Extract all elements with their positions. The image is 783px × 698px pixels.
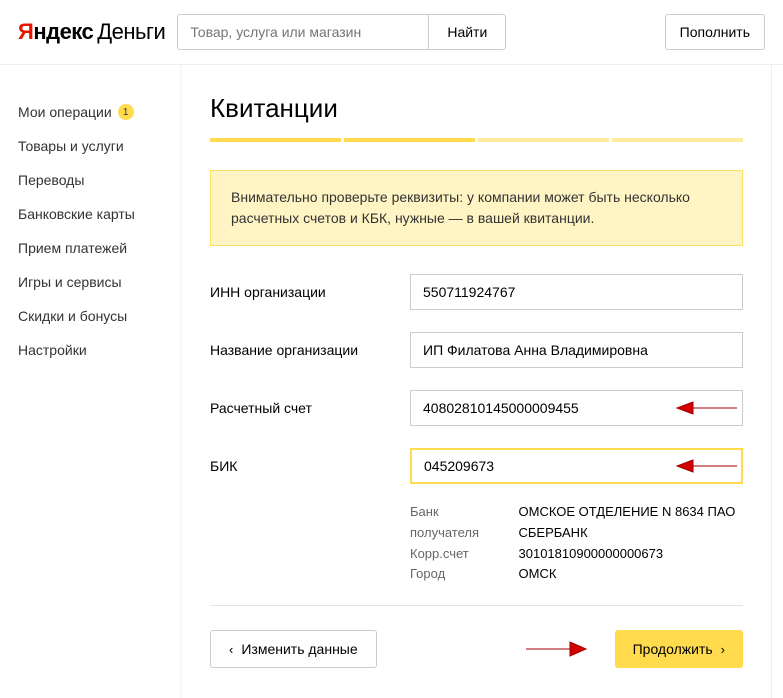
account-input[interactable] bbox=[410, 390, 743, 426]
page-title: Квитанции bbox=[210, 65, 743, 138]
progress-step-1 bbox=[210, 138, 341, 142]
action-bar: ‹ Изменить данные Продолжить › bbox=[210, 630, 743, 668]
search-button[interactable]: Найти bbox=[428, 15, 505, 49]
bank-info-labels: Банк получателя Корр.счет Город bbox=[410, 502, 489, 585]
chevron-left-icon: ‹ bbox=[229, 642, 233, 657]
row-name: Название организации bbox=[210, 332, 743, 368]
account-label: Расчетный счет bbox=[210, 400, 410, 416]
corr-label: Корр.счет bbox=[410, 544, 489, 565]
logo-ndex: ндекс bbox=[33, 19, 93, 45]
chevron-right-icon: › bbox=[721, 642, 725, 657]
continue-button-label: Продолжить bbox=[633, 641, 713, 657]
bank-info: Банк получателя Корр.счет Город ОМСКОЕ О… bbox=[410, 502, 743, 585]
sidebar-item-label: Мои операции bbox=[18, 104, 112, 120]
sidebar-item-label: Товары и услуги bbox=[18, 138, 124, 154]
right-strip bbox=[771, 65, 783, 698]
divider bbox=[210, 605, 743, 606]
inn-input[interactable] bbox=[410, 274, 743, 310]
continue-button[interactable]: Продолжить › bbox=[615, 630, 743, 668]
bik-input[interactable] bbox=[410, 448, 743, 484]
org-name-input[interactable] bbox=[410, 332, 743, 368]
sidebar-item-label: Прием платежей bbox=[18, 240, 127, 256]
sidebar-item-settings[interactable]: Настройки bbox=[18, 333, 180, 367]
sidebar-item-receive[interactable]: Прием платежей bbox=[18, 231, 180, 265]
sidebar-item-label: Переводы bbox=[18, 172, 84, 188]
sidebar-item-label: Игры и сервисы bbox=[18, 274, 122, 290]
search-box: Найти bbox=[177, 14, 506, 50]
sidebar-item-label: Скидки и бонусы bbox=[18, 308, 127, 324]
annotation-arrow-icon bbox=[524, 638, 588, 660]
sidebar-item-discounts[interactable]: Скидки и бонусы bbox=[18, 299, 180, 333]
sidebar-item-label: Банковские карты bbox=[18, 206, 135, 222]
sidebar-item-games[interactable]: Игры и сервисы bbox=[18, 265, 180, 299]
progress-step-3 bbox=[478, 138, 609, 142]
bank-name-label: Банк получателя bbox=[410, 502, 489, 544]
corr-value: 30101810900000000673 bbox=[519, 544, 744, 565]
org-name-label: Название организации bbox=[210, 342, 410, 358]
inn-label: ИНН организации bbox=[210, 284, 410, 300]
city-value: ОМСК bbox=[519, 564, 744, 585]
sidebar-item-goods[interactable]: Товары и услуги bbox=[18, 129, 180, 163]
bank-name-value: ОМСКОЕ ОТДЕЛЕНИЕ N 8634 ПАО СБЕРБАНК bbox=[519, 502, 744, 544]
sidebar-item-cards[interactable]: Банковские карты bbox=[18, 197, 180, 231]
logo[interactable]: Яндекс Деньги bbox=[18, 19, 165, 45]
progress-bar bbox=[210, 138, 743, 142]
layout: Мои операции 1 Товары и услуги Переводы … bbox=[0, 65, 783, 698]
sidebar-item-label: Настройки bbox=[18, 342, 87, 358]
row-bik: БИК bbox=[210, 448, 743, 484]
city-label: Город bbox=[410, 564, 489, 585]
badge: 1 bbox=[118, 104, 134, 120]
topup-button[interactable]: Пополнить bbox=[665, 14, 765, 50]
progress-step-4 bbox=[612, 138, 743, 142]
sidebar-item-operations[interactable]: Мои операции 1 bbox=[18, 95, 180, 129]
bik-label: БИК bbox=[210, 458, 410, 474]
row-account: Расчетный счет bbox=[210, 390, 743, 426]
back-button-label: Изменить данные bbox=[241, 641, 357, 657]
back-button[interactable]: ‹ Изменить данные bbox=[210, 630, 377, 668]
logo-money: Деньги bbox=[97, 19, 165, 45]
row-inn: ИНН организации bbox=[210, 274, 743, 310]
main-content: Квитанции Внимательно проверьте реквизит… bbox=[182, 65, 771, 698]
logo-ya: Я bbox=[18, 19, 33, 45]
sidebar: Мои операции 1 Товары и услуги Переводы … bbox=[0, 65, 180, 698]
header: Яндекс Деньги Найти Пополнить bbox=[0, 0, 783, 65]
sidebar-item-transfers[interactable]: Переводы bbox=[18, 163, 180, 197]
progress-step-2 bbox=[344, 138, 475, 142]
notice-box: Внимательно проверьте реквизиты: у компа… bbox=[210, 170, 743, 246]
bank-info-values: ОМСКОЕ ОТДЕЛЕНИЕ N 8634 ПАО СБЕРБАНК 301… bbox=[519, 502, 744, 585]
search-input[interactable] bbox=[178, 15, 428, 49]
